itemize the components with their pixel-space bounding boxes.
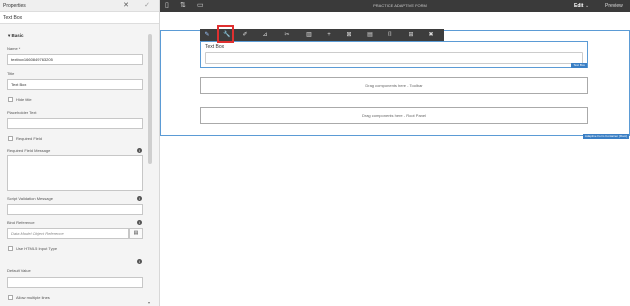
chevron-down-icon[interactable]: ⌄	[585, 0, 589, 12]
textbox-input[interactable]	[205, 52, 583, 64]
section-basic-label: Basic	[11, 33, 24, 38]
emulator-icon[interactable]: ▭	[197, 1, 204, 11]
info-icon[interactable]: i	[137, 148, 142, 153]
rules-icon[interactable]: ⌷	[383, 29, 397, 41]
page-title: PRACTICE ADAPTIVE FORM	[373, 3, 427, 8]
required-message-label: Required Field Message	[7, 148, 51, 153]
placeholder-label: Placeholder Text	[7, 110, 37, 115]
component-toolbar: ✎ 🔧 ✐ ⊿ ✂ ▥ + ⊠ ▤ ⌷ ⊞ ✖	[200, 29, 444, 41]
close-icon[interactable]: ✕	[123, 0, 129, 12]
properties-icon[interactable]: ⇅	[180, 1, 186, 11]
delete-icon[interactable]: ▥	[302, 29, 316, 41]
pencil-icon[interactable]: ✎	[200, 29, 214, 41]
plus-icon[interactable]: +	[322, 29, 336, 41]
hide-title-checkbox[interactable]	[8, 97, 13, 102]
browse-icon[interactable]: ▤	[129, 228, 143, 239]
bind-reference-label: Bind Reference	[7, 220, 35, 225]
script-validation-field[interactable]	[7, 204, 143, 215]
placeholder-field[interactable]	[7, 118, 143, 129]
edit-layout-icon[interactable]: ⊿	[258, 29, 272, 41]
group-icon[interactable]: ▤	[363, 29, 377, 41]
required-field-checkbox[interactable]	[8, 136, 13, 141]
textbox-component[interactable]: Text Box Text Box	[200, 41, 588, 68]
properties-panel: Properties ✕ ✓ Text Box ▾ Basic Name * t…	[0, 0, 160, 306]
done-check-icon[interactable]: ✓	[144, 0, 150, 12]
textbox-label: Text Box	[205, 44, 225, 50]
highlight-box	[217, 25, 234, 43]
name-field[interactable]: textbox1660849763205	[7, 54, 143, 65]
replace-icon[interactable]: ⊠	[342, 29, 356, 41]
title-field[interactable]: Text Box	[7, 79, 143, 90]
close-toolbar-icon[interactable]: ✖	[424, 29, 438, 41]
info-icon[interactable]: i	[137, 220, 142, 225]
info-icon[interactable]: i	[137, 196, 142, 201]
scroll-down-arrow-icon[interactable]: ▾	[148, 300, 150, 305]
info-icon[interactable]: i	[137, 259, 142, 264]
style-icon[interactable]: ✐	[238, 29, 252, 41]
preview-button[interactable]: Preview	[605, 0, 623, 12]
component-type: Text Box	[0, 12, 159, 24]
required-message-textarea[interactable]	[7, 155, 143, 191]
panel-title: Properties	[3, 3, 26, 9]
sidepanel-toggle-icon[interactable]: ▯	[165, 1, 169, 11]
drop-zone-toolbar[interactable]: Drag components here - Toolbar	[200, 77, 588, 94]
title-label: Title	[7, 71, 15, 76]
panel-scrollbar[interactable]	[148, 34, 152, 164]
allow-multiple-lines-checkbox[interactable]	[8, 295, 13, 300]
convert-icon[interactable]: ⊞	[404, 29, 418, 41]
panel-header: Properties ✕ ✓	[0, 0, 159, 12]
textbox-tag: Text Box	[571, 63, 587, 68]
default-value-field[interactable]	[7, 277, 143, 288]
section-basic[interactable]: ▾ Basic	[8, 33, 24, 39]
bind-reference-field[interactable]: Data Model Object Reference	[7, 228, 129, 239]
cut-icon[interactable]: ✂	[280, 29, 294, 41]
html5-input-type-label: Use HTML5 Input Type	[16, 246, 58, 251]
required-field-label: Required Field	[16, 136, 43, 141]
allow-multiple-lines-label: Allow multiple lines	[16, 295, 50, 300]
mode-selector[interactable]: Edit	[574, 0, 583, 12]
root-panel-tag: Adaptive Form Container [Root]	[582, 134, 629, 139]
script-validation-label: Script Validation Message	[7, 196, 53, 201]
name-label: Name *	[7, 46, 21, 51]
default-value-label: Default Value	[7, 268, 31, 273]
drop-zone-root-panel[interactable]: Drag components here - Root Panel	[200, 107, 588, 124]
html5-input-type-checkbox[interactable]	[8, 246, 13, 251]
top-bar: ▯ ⇅ ▭ PRACTICE ADAPTIVE FORM Edit ⌄ Prev…	[160, 0, 630, 12]
hide-title-label: Hide title	[16, 97, 32, 102]
